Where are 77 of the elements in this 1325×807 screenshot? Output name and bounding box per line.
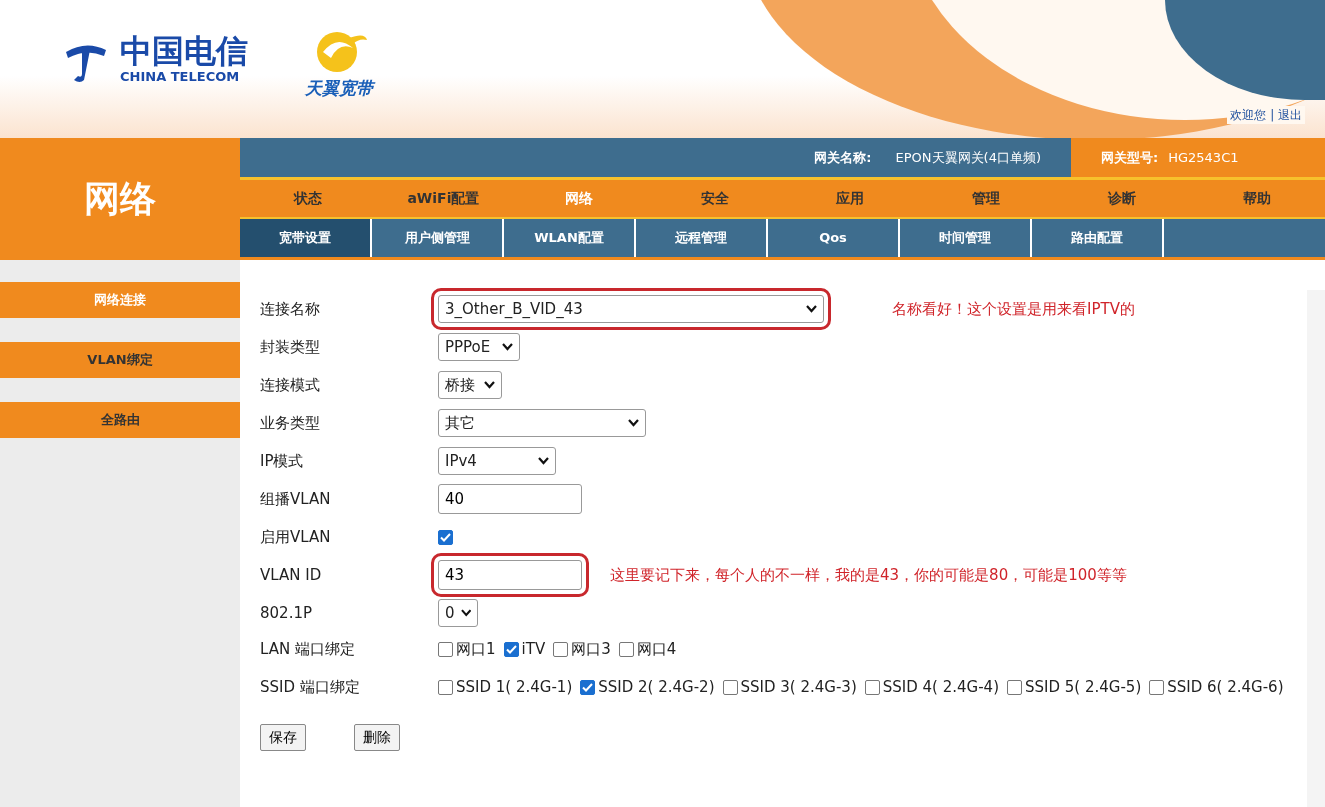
nav-tab[interactable]: 状态: [240, 180, 376, 214]
chevron-down-icon: [460, 609, 471, 617]
dropdown[interactable]: IPv4: [438, 447, 556, 475]
checkbox[interactable]: [438, 679, 453, 695]
form-button[interactable]: 删除: [354, 724, 400, 751]
section-title: 网络: [0, 138, 240, 260]
field-label: 连接模式: [260, 374, 321, 396]
checkbox[interactable]: [618, 641, 634, 657]
checkbox-label: SSID 6( 2.4G-6): [1167, 677, 1284, 698]
subnav-tab[interactable]: 时间管理: [900, 219, 1032, 257]
nav-tab[interactable]: 应用: [782, 180, 919, 214]
checkbox[interactable]: [438, 529, 453, 545]
checkbox[interactable]: [553, 641, 569, 657]
gateway-model-label: 网关型号:: [1101, 148, 1159, 167]
dropdown[interactable]: 其它: [438, 409, 646, 437]
nav-tab[interactable]: 安全: [646, 180, 783, 214]
field-label: 业务类型: [260, 412, 321, 434]
chevron-down-icon: [502, 343, 513, 351]
subnav-tab[interactable]: Qos: [768, 219, 900, 257]
nav-tab[interactable]: 帮助: [1189, 180, 1325, 214]
chevron-down-icon: [806, 305, 817, 313]
subnav-tab[interactable]: 宽带设置: [240, 219, 372, 257]
dropdown-value: 其它: [445, 412, 475, 434]
checkbox-label: SSID 4( 2.4G-4): [882, 677, 999, 698]
sidebar-item[interactable]: VLAN绑定: [0, 342, 240, 378]
checkbox-label: 网口3: [571, 639, 611, 660]
gateway-model: HG2543C1: [1168, 148, 1239, 167]
annotation-text: 名称看好！这个设置是用来看IPTV的: [892, 298, 1135, 320]
checkbox-label: 网口4: [636, 639, 677, 660]
field-label: SSID 端口绑定: [260, 677, 361, 698]
chevron-down-icon: [484, 381, 495, 389]
dropdown-value: 3_Other_B_VID_43: [445, 298, 583, 320]
subnav-tab[interactable]: 用户侧管理: [372, 219, 504, 257]
logo-text: 中国电信: [120, 35, 248, 67]
dropdown[interactable]: PPPoE: [438, 333, 520, 361]
subnav-tab[interactable]: WLAN配置: [504, 219, 636, 257]
gateway-name-label: 网关名称:: [814, 148, 872, 167]
dropdown-value: IPv4: [445, 450, 477, 472]
checkbox-label: iTV: [521, 639, 546, 660]
gateway-name: EPON天翼网关(4口单频): [895, 148, 1041, 167]
field-label: IP模式: [260, 450, 305, 472]
field-label: VLAN ID: [260, 564, 323, 586]
logo-subtitle: CHINA TELECOM: [120, 68, 241, 86]
checkbox-label: SSID 2( 2.4G-2): [598, 677, 715, 698]
sidebar-item[interactable]: 全路由: [0, 402, 240, 438]
dropdown-value: 0: [445, 602, 455, 624]
annotation-text: 这里要记下来，每个人的不一样，我的是43，你的可能是80，可能是100等等: [610, 564, 1127, 586]
checkbox[interactable]: [503, 641, 519, 657]
field-label: 802.1P: [260, 602, 313, 624]
input-field[interactable]: 40: [438, 484, 582, 514]
checkbox[interactable]: [438, 641, 453, 657]
checkbox[interactable]: [722, 679, 738, 695]
checkbox[interactable]: [1149, 679, 1165, 695]
dropdown-value: 桥接: [445, 374, 475, 396]
checkbox[interactable]: [864, 679, 880, 695]
subnav-tab[interactable]: 路由配置: [1032, 219, 1164, 257]
field-label: 封装类型: [260, 336, 321, 358]
checkbox-label: SSID 5( 2.4G-5): [1025, 677, 1142, 698]
chevron-down-icon: [628, 419, 639, 427]
nav-tab[interactable]: 诊断: [1053, 180, 1190, 214]
dropdown[interactable]: 0: [438, 599, 478, 627]
field-label: 组播VLAN: [260, 488, 332, 510]
nav-tab[interactable]: 管理: [918, 180, 1054, 214]
checkbox-label: 网口1: [456, 639, 496, 660]
subnav-tab[interactable]: 远程管理: [636, 219, 768, 257]
field-label: 启用VLAN: [260, 526, 332, 548]
nav-tab[interactable]: aWiFi配置: [375, 180, 512, 214]
chevron-down-icon: [538, 457, 549, 465]
checkbox[interactable]: [1007, 679, 1022, 695]
checkbox[interactable]: [580, 679, 596, 695]
field-label: LAN 端口绑定: [260, 639, 356, 660]
form-button[interactable]: 保存: [260, 724, 306, 751]
checkbox-label: SSID 1( 2.4G-1): [456, 677, 573, 698]
checkbox-label: SSID 3( 2.4G-3): [740, 677, 857, 698]
dropdown-value: PPPoE: [445, 336, 491, 358]
dropdown[interactable]: 桥接: [438, 371, 502, 399]
field-label: 连接名称: [260, 298, 321, 320]
